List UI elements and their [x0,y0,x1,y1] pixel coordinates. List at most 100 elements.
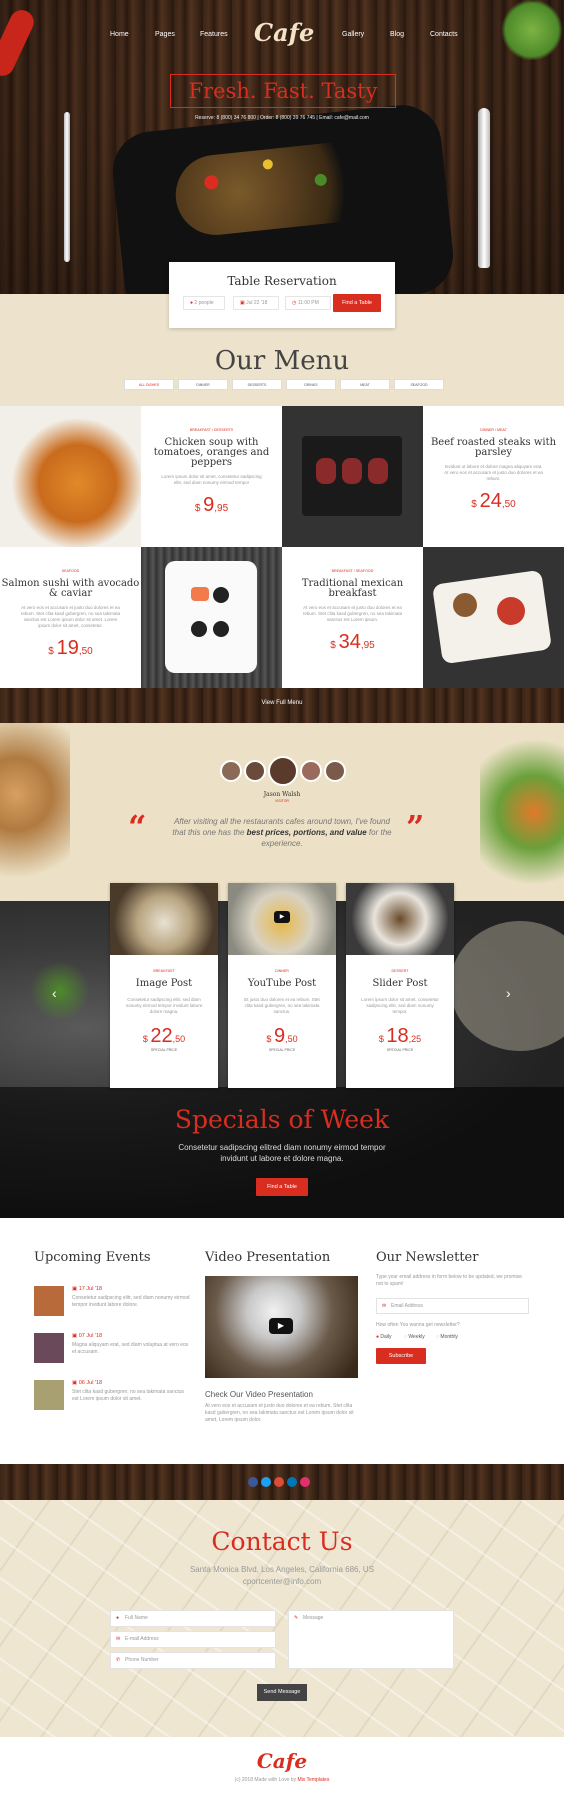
avatar[interactable] [244,760,266,782]
nav-gallery[interactable]: Gallery [342,31,364,38]
post-card[interactable]: BREAKFAST Image Post Consetetur sadipsci… [110,883,218,1088]
post-desc: Lorem ipsum dolor sit amet, consetetur s… [361,997,439,1014]
video-text: At vero eos et accusam et justo duo dolo… [205,1403,354,1423]
radio-monthly[interactable]: ○ Monthly [436,1334,458,1340]
avatar-active[interactable] [268,756,298,786]
newsletter-question: How often You wanna get newsletter? [376,1322,460,1328]
tab-drinks[interactable]: DRINKS [286,379,336,390]
testimonial-role: VISITOR [275,799,289,803]
menu-item-category: BREAKFAST / SEAFOOD [331,569,374,573]
envelope-icon: ✉ [382,1303,387,1309]
avatar[interactable] [220,760,242,782]
specials-find-table-button[interactable]: Find a Table [256,1178,308,1196]
menu-item-category: DINNER / MEAT [480,428,507,432]
testimonial-name: Jason Walsh [263,791,301,798]
menu-item-name: Chicken soup with tomatoes, oranges and … [153,437,270,468]
phone-icon: ✆ [116,1657,121,1663]
post-card[interactable]: DESSERT Slider Post Lorem ipsum dolor si… [346,883,454,1088]
radio-daily[interactable]: ● Daily [376,1334,392,1340]
avatar[interactable] [300,760,322,782]
footer-logo[interactable]: Cafe [0,1749,564,1773]
newsletter-text: Type your email address in form below to… [376,1274,522,1287]
menu-item-price: $ 19,50 [48,637,93,659]
food-image-left [0,723,70,901]
time-input[interactable]: ◷ 11:00 PM [285,296,331,310]
special-price-label: SPECIAL PRICE [268,1048,296,1052]
newsletter-email-input[interactable]: ✉ Email Address [376,1298,529,1314]
linkedin-icon[interactable] [287,1477,297,1487]
avatar[interactable] [324,760,346,782]
slider-prev-icon[interactable]: ‹ [52,985,57,1001]
play-icon[interactable]: ▶ [274,911,290,923]
pencil-icon: ✎ [294,1615,299,1621]
view-full-menu-link[interactable]: View Full Menu [0,700,564,706]
event-item[interactable]: ▣ 17 Jul '18 Consetetur sadipscing elitr… [34,1286,194,1320]
menu-item-desc: Lorem ipsum dolor sit amet, consetetur s… [161,474,262,485]
menu-item-card[interactable]: BREAKFAST / DESSERTS Chicken soup with t… [141,406,282,547]
post-price: $ 9,50 [266,1025,298,1047]
message-textarea[interactable]: ✎ Message [288,1610,454,1669]
menu-photo-steak [282,406,423,547]
date-input[interactable]: ▣ Jul 22 '18 [233,296,279,310]
instagram-icon[interactable] [300,1477,310,1487]
slider-next-icon[interactable]: › [506,985,511,1001]
post-image: ▶ [228,883,336,955]
menu-item-category: SEAFOOD [61,569,80,573]
post-title: Slider Post [372,978,428,989]
hero-section: Home Pages Features Gallery Blog Contact… [0,0,564,294]
menu-item-category: BREAKFAST / DESSERTS [189,428,234,432]
nav-pages[interactable]: Pages [155,31,175,38]
footer-brand-link[interactable]: Mix Templates [297,1777,329,1783]
menu-title: Our Menu [214,346,350,376]
event-thumb [34,1333,64,1363]
post-card[interactable]: ▶ DINNER YouTube Post Et justo duo dolor… [228,883,336,1088]
video-thumbnail[interactable]: ▶ [205,1276,358,1378]
newsletter-title: Our Newsletter [376,1250,479,1265]
contact-address: Santa Monica Blvd, Los Angeles, Californ… [189,1565,375,1574]
logo[interactable]: Cafe [254,18,314,47]
send-message-button[interactable]: Send Message [257,1684,307,1701]
twitter-icon[interactable] [261,1477,271,1487]
event-item[interactable]: ▣ 07 Jul '18 Magna aliquyam erat, sed di… [34,1333,194,1367]
event-text: Magna aliquyam erat, sed diam voluptua a… [72,1342,189,1355]
menu-item-card[interactable]: DINNER / MEAT Beef roasted steaks with p… [423,406,564,547]
radio-weekly[interactable]: ○ Weekly [404,1334,425,1340]
event-item[interactable]: ▣ 06 Jul '18 Stet clita kasd gubergren, … [34,1380,194,1414]
contact-email: cportcenter@info.com [242,1577,322,1586]
testimonial-section [0,723,564,901]
menu-photo-sushi [141,547,282,688]
play-icon[interactable]: ▶ [269,1318,293,1334]
menu-item-name: Traditional mexican breakfast [301,578,404,599]
full-name-input[interactable]: ● Full Name [110,1610,276,1627]
user-icon: ● [116,1615,120,1621]
reservation-box: Table Reservation ● 2 people ▣ Jul 22 '1… [169,262,395,328]
facebook-icon[interactable] [248,1477,258,1487]
menu-item-name: Salmon sushi with avocado & caviar [1,578,140,599]
specials-title: Specials of Week [174,1105,390,1134]
tab-meat[interactable]: MEAT [340,379,390,390]
find-table-button[interactable]: Find a Table [333,294,381,312]
post-image [346,883,454,955]
subscribe-button[interactable]: Subscribe [376,1348,426,1364]
people-select[interactable]: ● 2 people [183,296,225,310]
menu-item-card[interactable]: BREAKFAST / SEAFOOD Traditional mexican … [282,547,423,688]
tab-desserts[interactable]: DESSERTS [232,379,282,390]
nav-home[interactable]: Home [110,31,129,38]
nav-contacts[interactable]: Contacts [430,31,458,38]
tab-all-dishes[interactable]: ALL DISHES [124,379,174,390]
nav-features[interactable]: Features [200,31,228,38]
menu-item-price: $ 34,95 [330,631,375,653]
special-price-label: SPECIAL PRICE [386,1048,414,1052]
email-input[interactable]: ✉ E-mail Address [110,1631,276,1648]
envelope-icon: ✉ [116,1636,121,1642]
menu-item-name: Beef roasted steaks with parsley [430,437,557,458]
post-title: YouTube Post [247,978,317,989]
post-category: BREAKFAST [153,969,175,973]
testimonial-quote: After visiting all the restaurants cafes… [172,817,392,848]
phone-input[interactable]: ✆ Phone Number [110,1652,276,1669]
tab-dinner[interactable]: DINNER [178,379,228,390]
tab-seafood[interactable]: SEAFOOD [394,379,444,390]
google-plus-icon[interactable] [274,1477,284,1487]
menu-item-card[interactable]: SEAFOOD Salmon sushi with avocado & cavi… [0,547,141,688]
nav-blog[interactable]: Blog [390,31,404,38]
